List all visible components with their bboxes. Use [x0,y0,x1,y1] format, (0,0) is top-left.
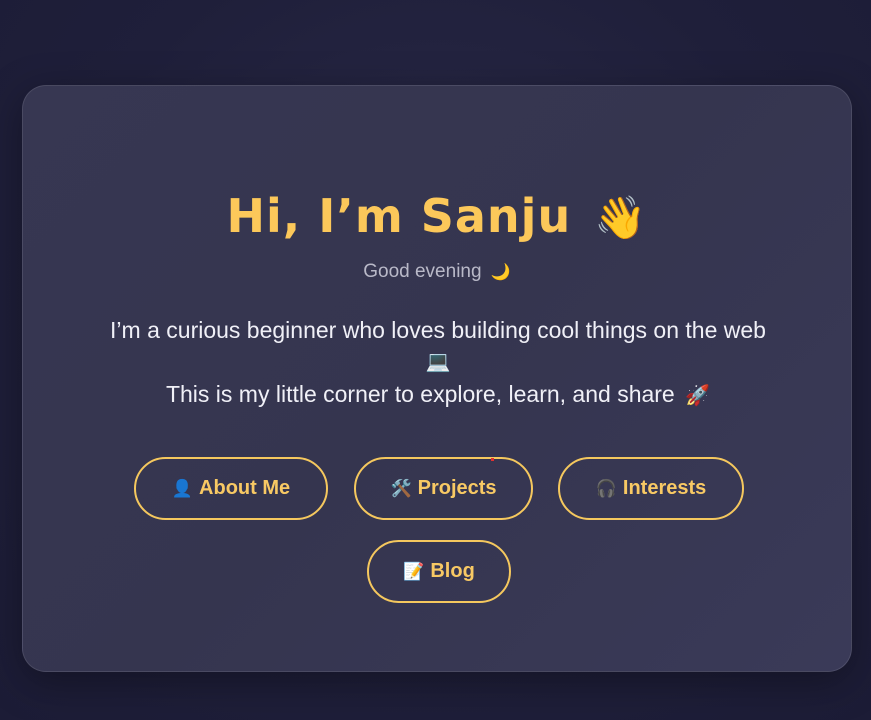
headphones-icon: 🎧 [595,479,617,498]
rocket-icon: 🚀 [685,385,711,407]
memo-icon: 📝 [403,562,425,581]
page-title: Hi, I’m Sanju 👋 [23,188,851,246]
intro-line-1: I’m a curious beginner who loves buildin… [110,317,766,343]
title-text: Hi, I’m Sanju [226,189,572,243]
projects-label: Projects [417,477,497,499]
waving-hand-icon: 👋 [594,193,648,242]
about-me-label: About Me [199,477,291,499]
about-me-button[interactable]: 👤 About Me [134,457,328,520]
hero-card: Hi, I’m Sanju 👋 Good evening 🌙 I’m a cur… [22,85,852,672]
person-icon: 👤 [171,479,194,498]
tools-icon: 🛠️ [390,479,412,498]
moon-icon: 🌙 [490,264,511,281]
greeting-text: Good evening [363,261,482,282]
interests-label: Interests [622,477,707,499]
blog-button[interactable]: 📝 Blog [367,540,511,603]
intro-line-2: This is my little corner to explore, lea… [165,381,675,407]
greeting: Good evening 🌙 [23,260,851,285]
blog-label: Blog [430,560,475,582]
interests-button[interactable]: 🎧 Interests [558,457,744,520]
laptop-icon: 💻 [425,351,451,373]
red-dot [491,458,494,461]
intro-text: I’m a curious beginner who loves buildin… [53,314,823,412]
projects-button[interactable]: 🛠️ Projects [354,457,533,520]
